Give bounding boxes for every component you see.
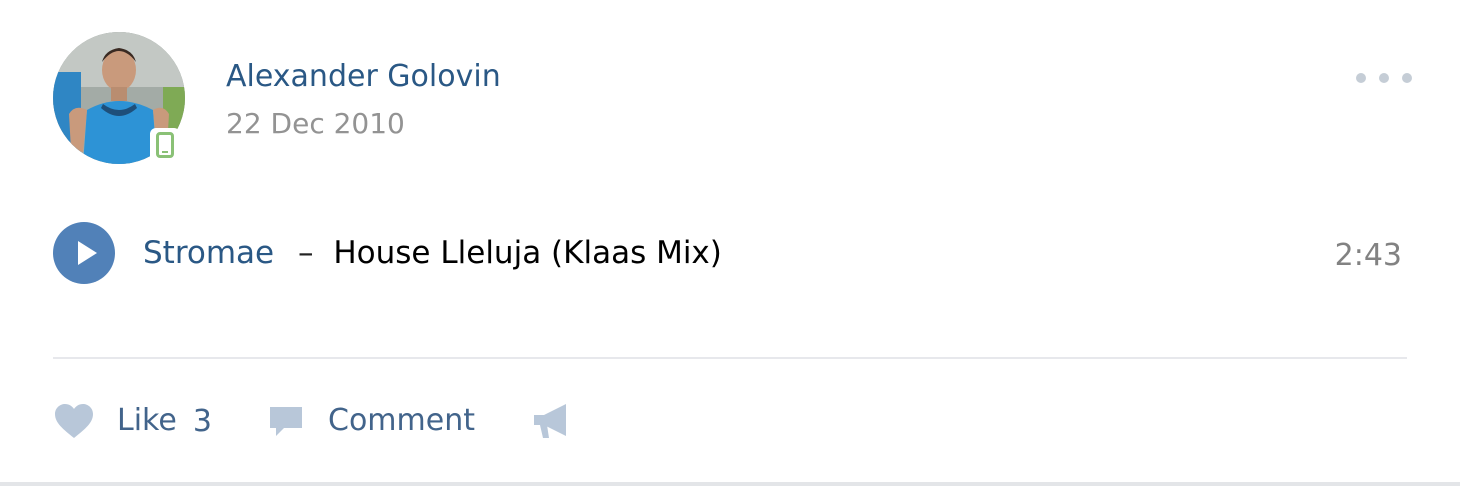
more-dots-icon[interactable] <box>1356 66 1412 90</box>
wall-post: Alexander Golovin 22 Dec 2010 Stromae – … <box>0 0 1460 486</box>
online-mobile-badge <box>150 128 180 162</box>
divider <box>53 357 1407 359</box>
comment-button[interactable]: Comment <box>268 396 475 446</box>
dot <box>1402 73 1412 83</box>
like-count: 3 <box>192 403 212 439</box>
play-button[interactable] <box>53 222 115 284</box>
track-title[interactable]: House Lleluja (Klaas Mix) <box>333 235 722 271</box>
dot <box>1379 73 1389 83</box>
track-separator: – <box>298 235 314 271</box>
like-label: Like <box>117 403 177 438</box>
post-date[interactable]: 22 Dec 2010 <box>226 106 405 142</box>
comment-bubble-icon <box>270 407 302 436</box>
track-artist[interactable]: Stromae <box>143 235 274 271</box>
play-icon <box>78 241 97 265</box>
author-name[interactable]: Alexander Golovin <box>226 58 501 96</box>
share-button[interactable] <box>530 396 572 446</box>
heart-icon <box>55 404 93 438</box>
mobile-phone-icon <box>156 132 174 158</box>
track-duration: 2:43 <box>1334 238 1402 273</box>
megaphone-icon <box>534 404 566 438</box>
like-button[interactable]: Like 3 <box>53 396 212 446</box>
comment-label: Comment <box>328 403 475 438</box>
audio-track[interactable]: Stromae – House Lleluja (Klaas Mix) <box>143 232 722 274</box>
dot <box>1356 73 1366 83</box>
